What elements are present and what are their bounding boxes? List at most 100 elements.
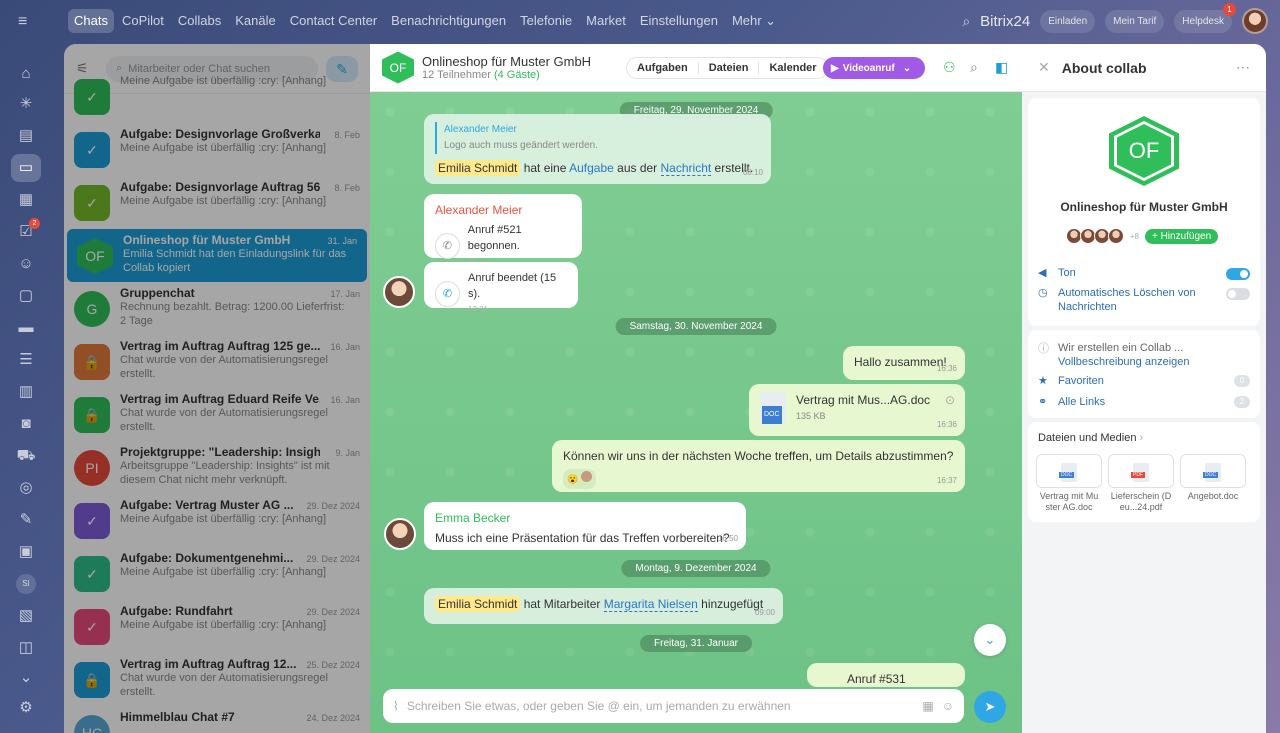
card-icon[interactable]: ▣ [16, 542, 36, 562]
chat-list-item[interactable]: 🔒 Vertrag im Auftrag Eduard Reife Ve... 16… [64, 388, 370, 441]
guests-count: (4 Gäste) [493, 69, 540, 81]
chat-list-item[interactable]: ✓ Aufgabe: Rundfahrt 29. Dez 2024 Meine Auf… [64, 600, 370, 653]
message-input[interactable]: ⌇ Schreiben Sie etwas, oder geben Sie @ … [383, 689, 964, 723]
paperclip-icon[interactable]: ⌇ [393, 699, 399, 713]
search-icon[interactable]: ⌕ [970, 59, 978, 76]
chat-date: 8. Feb [334, 130, 360, 140]
chevron-down-icon[interactable]: ⌄ [903, 63, 911, 74]
sidebar-toggle-icon[interactable]: ◧ [995, 59, 1008, 76]
chat-list-item[interactable]: ✓ Aufgabe: Designvorlage Großverka... 8. F… [64, 123, 370, 176]
reaction-avatar [581, 471, 593, 482]
chat-list-item[interactable]: HC Himmelblau Chat #7 24. Dez 2024 [64, 706, 370, 733]
nav-contact-center[interactable]: Contact Center [284, 9, 383, 33]
tab-tasks[interactable]: Aufgaben [627, 62, 699, 74]
autodelete-toggle[interactable] [1226, 288, 1250, 300]
more-icon[interactable]: ⌄ [16, 668, 36, 688]
links-row[interactable]: ⚭ Alle Links 2 [1028, 395, 1260, 408]
sender-name[interactable]: Alexander Meier [435, 202, 571, 218]
favorites-row[interactable]: ★ Favoriten 0 [1028, 374, 1260, 387]
show-description-link[interactable]: Vollbeschreibung anzeigen [1058, 356, 1190, 368]
add-user-icon[interactable]: ⚇ [943, 59, 956, 76]
chat-date: 29. Dez 2024 [306, 501, 360, 511]
drive-icon[interactable]: ▬ [16, 318, 36, 338]
nav-copilot[interactable]: CoPilot [116, 9, 170, 33]
chat-list-item[interactable]: 🔒 Vertrag im Auftrag Auftrag 125 ge... 16.… [64, 335, 370, 388]
settings-icon[interactable]: ⚙ [16, 698, 36, 718]
task-link[interactable]: Aufgabe [569, 161, 614, 175]
feed-icon[interactable]: ▤ [16, 126, 36, 146]
chat-icon[interactable]: ▭ [11, 154, 41, 182]
search-icon[interactable]: ⌕ [962, 13, 970, 30]
contacts-icon[interactable]: ☺ [16, 254, 36, 274]
avatar[interactable] [383, 276, 415, 308]
videocall-button[interactable]: ▶ Videoanruf ⌄ [823, 57, 925, 79]
calendar-icon[interactable]: ▦ [16, 190, 36, 210]
chat-list-item[interactable]: G Gruppenchat 17. Jan Rechnung bezahlt. Bet… [64, 282, 370, 335]
nav-market[interactable]: Market [580, 9, 632, 33]
chat-title[interactable]: Onlineshop für Muster GmbH 12 Teilnehmer… [422, 54, 591, 81]
sound-label: Ton [1058, 266, 1076, 279]
target-icon[interactable]: ◎ [16, 478, 36, 498]
files-title-row[interactable]: Dateien und Medien › [1038, 432, 1143, 444]
cart-icon[interactable]: ⛟ [16, 446, 36, 466]
more-icon[interactable]: ⋯ [1236, 59, 1250, 76]
my-plan-button[interactable]: Mein Tarif [1105, 9, 1165, 33]
message-link[interactable]: Nachricht [660, 161, 712, 176]
nav-settings[interactable]: Einstellungen [634, 9, 724, 33]
sender-name[interactable]: Emma Becker [435, 510, 735, 526]
reports-icon[interactable]: ▥ [16, 382, 36, 402]
members[interactable]: +8 + Hinzufügen [1028, 228, 1260, 244]
chat-list-item[interactable]: PI Projektgruppe: "Leadership: Insigh... 9… [64, 441, 370, 494]
chat-list-item[interactable]: ✓ Meine Aufgabe ist überfällig :cry: [Anh… [64, 70, 370, 123]
chat-list-item[interactable]: ✓ Aufgabe: Dokumentgenehmi... 29. Dez 2024… [64, 547, 370, 600]
nav-telefonie[interactable]: Telefonie [514, 9, 578, 33]
sound-toggle[interactable] [1226, 268, 1250, 280]
tab-files[interactable]: Dateien [699, 62, 760, 74]
user-initials[interactable]: SI [16, 574, 36, 594]
file-message[interactable]: DOC Vertrag mit Mus...AG.doc 135 KB ⊙ 16:… [749, 384, 965, 436]
tab-calendar[interactable]: Kalender [759, 62, 826, 74]
collab-logo[interactable]: OF [382, 51, 414, 84]
top-bar: ≡ Chats CoPilot Collabs Kanäle Contact C… [0, 0, 1280, 44]
user-link[interactable]: Margarita Nielsen [603, 597, 698, 612]
nav-notifications[interactable]: Benachrichtigungen [385, 9, 512, 33]
filter-icon[interactable]: ☰ [16, 350, 36, 370]
close-icon[interactable]: ✕ [1038, 59, 1050, 76]
grid-icon[interactable]: ▦ [922, 699, 933, 713]
file-item[interactable]: DOC Angebot.doc [1180, 454, 1246, 513]
helpdesk-button[interactable]: Helpdesk 1 [1174, 2, 1236, 33]
docs-icon[interactable]: ▢ [16, 286, 36, 306]
tasks-icon[interactable]: ☑ 2 [16, 218, 40, 242]
avatar[interactable] [384, 518, 416, 550]
chat-list-item[interactable]: 🔒 Vertrag im Auftrag Auftrag 12... 25. Dez… [64, 653, 370, 706]
chat-avatar: G [74, 291, 110, 327]
nav-collabs[interactable]: Collabs [172, 9, 227, 33]
chat-list-item[interactable]: ✓ Aufgabe: Vertrag Muster AG ... 29. Dez 2… [64, 494, 370, 547]
user-avatar[interactable] [1242, 8, 1268, 34]
mention[interactable]: Emilia Schmidt [435, 596, 521, 612]
box-icon[interactable]: ◫ [16, 638, 36, 658]
nav-kanaele[interactable]: Kanäle [229, 9, 281, 33]
robot-icon[interactable]: ◙ [16, 414, 36, 434]
download-icon[interactable]: ⊙ [945, 392, 955, 408]
menu-icon[interactable]: ≡ [18, 13, 34, 31]
smile-icon[interactable]: ☺ [942, 699, 954, 713]
copilot-icon[interactable]: ✳ [16, 94, 36, 114]
scroll-down-button[interactable]: ⌄ [974, 624, 1006, 656]
add-member-button[interactable]: + Hinzufügen [1144, 228, 1219, 244]
file-item[interactable]: PDF Lieferschein (D eu...24.pdf [1108, 454, 1174, 513]
home-icon[interactable]: ⌂ [16, 64, 36, 84]
planner-icon[interactable]: ▧ [16, 606, 36, 626]
chat-list-item[interactable]: ✓ Aufgabe: Designvorlage Auftrag 56... 8. … [64, 176, 370, 229]
send-button[interactable]: ➤ [974, 691, 1006, 723]
invite-button[interactable]: Einladen [1040, 9, 1096, 33]
nav-chats[interactable]: Chats [68, 9, 114, 33]
sign-icon[interactable]: ✎ [16, 510, 36, 530]
reactions[interactable]: 😮 [563, 469, 597, 489]
file-item[interactable]: DOC Vertrag mit Mu ster AG.doc [1036, 454, 1102, 513]
quote[interactable]: Alexander Meier Logo auch muss geändert … [435, 122, 760, 154]
chat-participants[interactable]: 12 Teilnehmer (4 Gäste) [422, 69, 591, 81]
chat-list-item[interactable]: OF Onlineshop für Muster GmbH 31. Jan Emili… [67, 229, 367, 282]
nav-more[interactable]: Mehr ⌄ [726, 9, 782, 33]
mention[interactable]: Emilia Schmidt [435, 160, 521, 176]
